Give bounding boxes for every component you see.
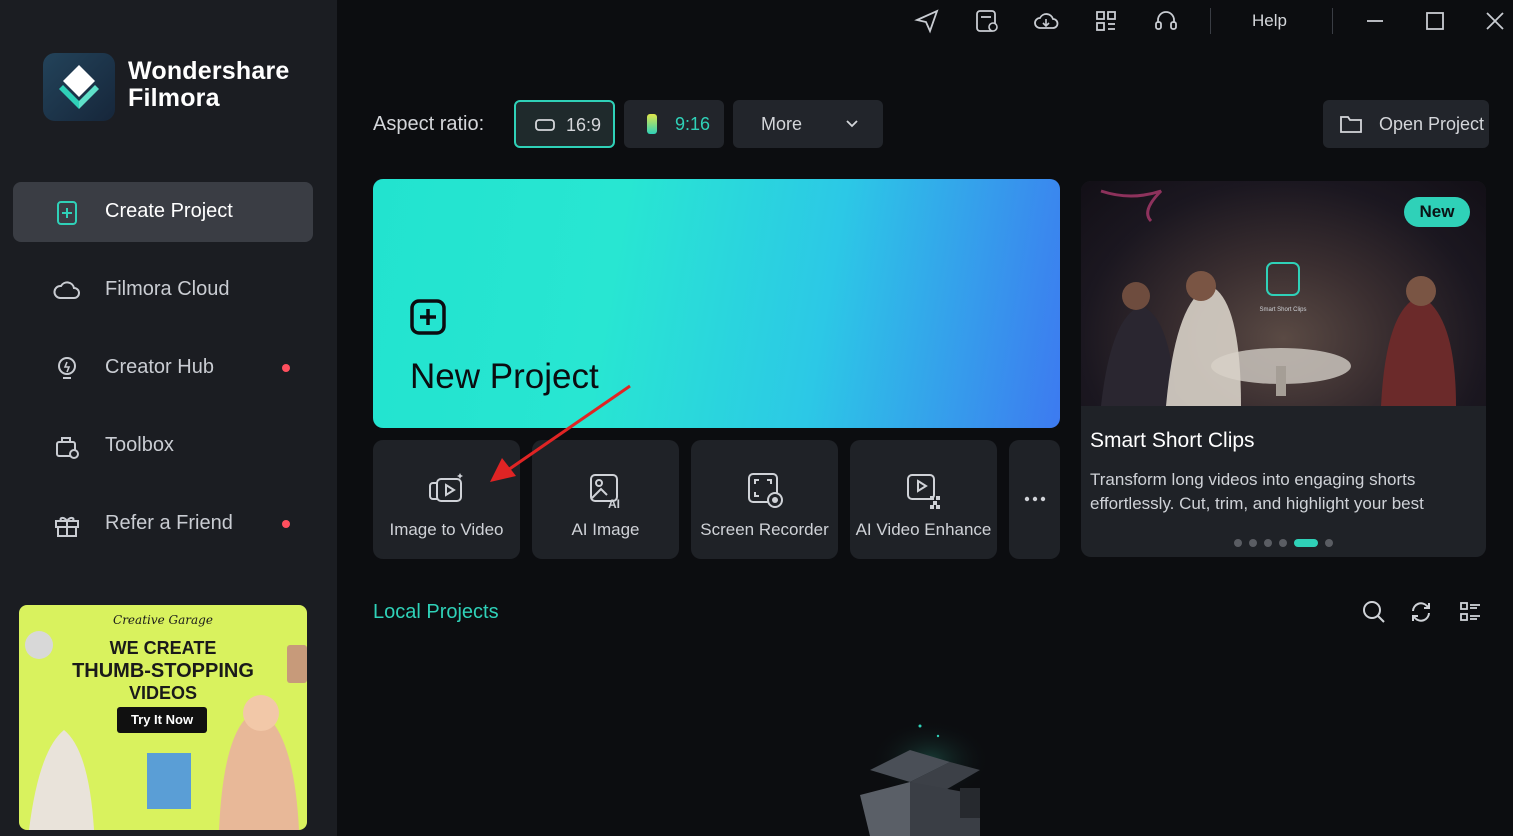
search-icon[interactable] <box>1361 599 1387 625</box>
feature-description: Transform long videos into engaging shor… <box>1090 470 1424 513</box>
sidebar-item-label: Refer a Friend <box>105 512 233 534</box>
image-to-video-icon <box>428 473 463 502</box>
tool-label: AI Image <box>571 520 640 539</box>
task-list-icon[interactable] <box>974 8 1000 34</box>
ai-video-enhance-icon <box>906 474 940 509</box>
overlay-caption: Smart Short Clips <box>1259 307 1307 313</box>
close-icon[interactable] <box>1482 8 1508 34</box>
minimize-icon[interactable] <box>1362 8 1388 34</box>
carousel-indicator[interactable] <box>1234 539 1333 547</box>
plus-square-icon <box>57 201 77 225</box>
carousel-dot[interactable] <box>1264 539 1272 547</box>
titlebar-separator <box>1210 8 1211 34</box>
promo-illustration <box>25 631 307 830</box>
carousel-dot-active[interactable] <box>1294 539 1318 547</box>
more-tools-button[interactable] <box>1009 440 1060 559</box>
portrait-icon <box>647 114 657 134</box>
tool-label: Screen Recorder <box>700 520 829 539</box>
tool-ai-video-enhance[interactable]: AI Video Enhance <box>850 440 997 559</box>
landscape-icon <box>535 119 555 131</box>
notification-dot <box>282 364 290 372</box>
notification-dot <box>282 520 290 528</box>
aspect-ratio-label: Aspect ratio: <box>373 113 485 135</box>
titlebar-separator <box>1332 8 1333 34</box>
red-arrow-annotation <box>490 384 631 482</box>
sidebar-item-label: Filmora Cloud <box>105 278 230 300</box>
help-menu[interactable]: Help <box>1252 11 1287 31</box>
toolbox-icon <box>56 437 79 459</box>
tool-label: Image to Video <box>389 520 504 539</box>
sidebar-item-label: Create Project <box>105 200 233 222</box>
local-projects-title: Local Projects <box>373 601 499 623</box>
tool-screen-recorder[interactable]: Screen Recorder <box>691 440 838 559</box>
headset-icon[interactable] <box>1153 8 1179 34</box>
aspect-option-label: 16:9 <box>566 115 602 135</box>
sidebar-item-label: Creator Hub <box>105 356 214 378</box>
more-label: More <box>761 114 803 134</box>
aspect-option-label: 9:16 <box>675 114 711 134</box>
aspect-9-16-button[interactable]: 9:16 <box>624 100 724 148</box>
lightbulb-icon <box>58 357 76 379</box>
aspect-more-dropdown[interactable]: More <box>733 100 883 148</box>
send-icon[interactable] <box>914 8 940 34</box>
gift-icon <box>55 516 79 537</box>
apps-grid-icon[interactable] <box>1093 8 1119 34</box>
sidebar-item-label: Toolbox <box>105 434 174 456</box>
promo-banner[interactable]: Creative Garage WE CREATE THUMB-STOPPING… <box>19 605 307 830</box>
screen-recorder-icon <box>747 473 783 508</box>
open-project-label: Open Project <box>1379 114 1485 134</box>
more-dots-icon <box>1024 496 1046 502</box>
empty-box-illustration <box>860 720 990 836</box>
tool-label: AI Video Enhance <box>855 520 992 539</box>
aspect-16-9-button[interactable]: 16:9 <box>514 100 615 148</box>
cloud-download-icon[interactable] <box>1033 8 1059 34</box>
open-project-button[interactable]: Open Project <box>1323 100 1489 148</box>
carousel-dot[interactable] <box>1234 539 1242 547</box>
carousel-dot[interactable] <box>1279 539 1287 547</box>
brand-name: Wondershare Filmora <box>128 57 290 112</box>
new-badge: New <box>1404 197 1470 227</box>
list-view-icon[interactable] <box>1457 599 1483 625</box>
carousel-dot[interactable] <box>1325 539 1333 547</box>
sidebar-item-refer-a-friend[interactable]: Refer a Friend <box>13 494 313 554</box>
new-project-card[interactable]: New Project <box>373 179 1060 428</box>
smart-short-clips-card[interactable]: Smart Short Clips New Smart Short Clips … <box>1081 181 1486 557</box>
cloud-icon <box>53 281 80 299</box>
feature-title: Smart Short Clips <box>1090 429 1255 452</box>
chevron-down-icon <box>846 120 858 128</box>
sidebar: Wondershare Filmora Create Project Filmo… <box>0 0 337 836</box>
sidebar-item-filmora-cloud[interactable]: Filmora Cloud <box>13 260 313 320</box>
sidebar-item-create-project[interactable]: Create Project <box>13 182 313 242</box>
sidebar-item-toolbox[interactable]: Toolbox <box>13 416 313 476</box>
carousel-dot[interactable] <box>1249 539 1257 547</box>
plus-square-icon <box>410 299 446 335</box>
svg-text:AI: AI <box>608 497 620 510</box>
refresh-icon[interactable] <box>1408 599 1434 625</box>
folder-icon <box>1340 116 1362 133</box>
filmora-logo <box>43 53 115 121</box>
sidebar-item-creator-hub[interactable]: Creator Hub <box>13 338 313 398</box>
maximize-icon[interactable] <box>1422 8 1448 34</box>
